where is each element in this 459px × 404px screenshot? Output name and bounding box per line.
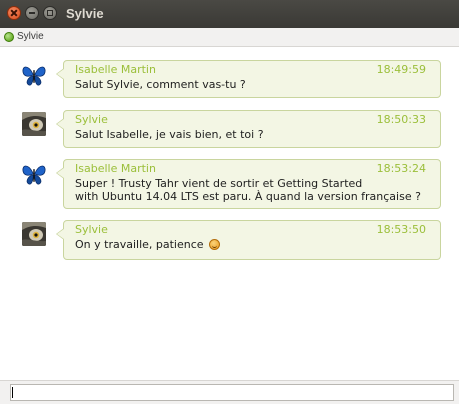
message-time: 18:53:24 [376, 162, 426, 175]
window-title: Sylvie [66, 6, 104, 21]
text-caret [12, 387, 13, 398]
message-text: On y travaille, patience [75, 238, 431, 251]
message-time: 18:53:50 [376, 223, 426, 236]
message-input[interactable] [10, 384, 454, 401]
input-area [0, 380, 459, 404]
message-sender: Isabelle Martin [75, 63, 156, 76]
message-line: Super ! Trusty Tahr vient de sortir et G… [75, 177, 363, 190]
owl-icon [22, 112, 46, 136]
contact-status-bar: Sylvie [0, 28, 459, 47]
message-text: Salut Isabelle, je vais bien, et toi ? [75, 128, 431, 141]
close-window-button[interactable] [7, 6, 21, 20]
bubble-tail [56, 167, 64, 179]
message-time: 18:49:59 [376, 63, 426, 76]
smiley-icon [209, 239, 221, 250]
owl-icon [22, 222, 46, 246]
contact-name: Sylvie [17, 31, 44, 42]
message-time: 18:50:33 [376, 113, 426, 126]
message-text: Salut Sylvie, comment vas-tu ? [75, 78, 431, 91]
bubble-tail [56, 118, 64, 130]
butterfly-icon [22, 163, 46, 187]
bubble-tail [56, 68, 64, 80]
maximize-window-button[interactable] [43, 6, 57, 20]
message-bubble: Isabelle Martin 18:53:24 Super ! Trusty … [56, 159, 441, 209]
bubble-tail [56, 228, 64, 240]
online-status-icon [4, 32, 14, 42]
message-bubble: Sylvie 18:53:50 On y travaille, patience [56, 220, 441, 260]
message-sender: Isabelle Martin [75, 162, 156, 175]
message-line: with Ubuntu 14.04 LTS est paru. À quand … [75, 190, 421, 203]
message-line: Salut Isabelle, je vais bien, et toi ? [75, 128, 264, 141]
title-bar: Sylvie [0, 0, 459, 28]
message-line: On y travaille, patience [75, 238, 204, 251]
message-bubble: Sylvie 18:50:33 Salut Isabelle, je vais … [56, 110, 441, 148]
butterfly-icon [22, 64, 46, 88]
minimize-window-button[interactable] [25, 6, 39, 20]
message-bubble: Isabelle Martin 18:49:59 Salut Sylvie, c… [56, 60, 441, 98]
conversation-view[interactable]: Isabelle Martin 18:49:59 Salut Sylvie, c… [0, 47, 459, 380]
message-line: Salut Sylvie, comment vas-tu ? [75, 78, 246, 91]
message-sender: Sylvie [75, 113, 108, 126]
message-text: Super ! Trusty Tahr vient de sortir et G… [75, 177, 431, 203]
message-sender: Sylvie [75, 223, 108, 236]
